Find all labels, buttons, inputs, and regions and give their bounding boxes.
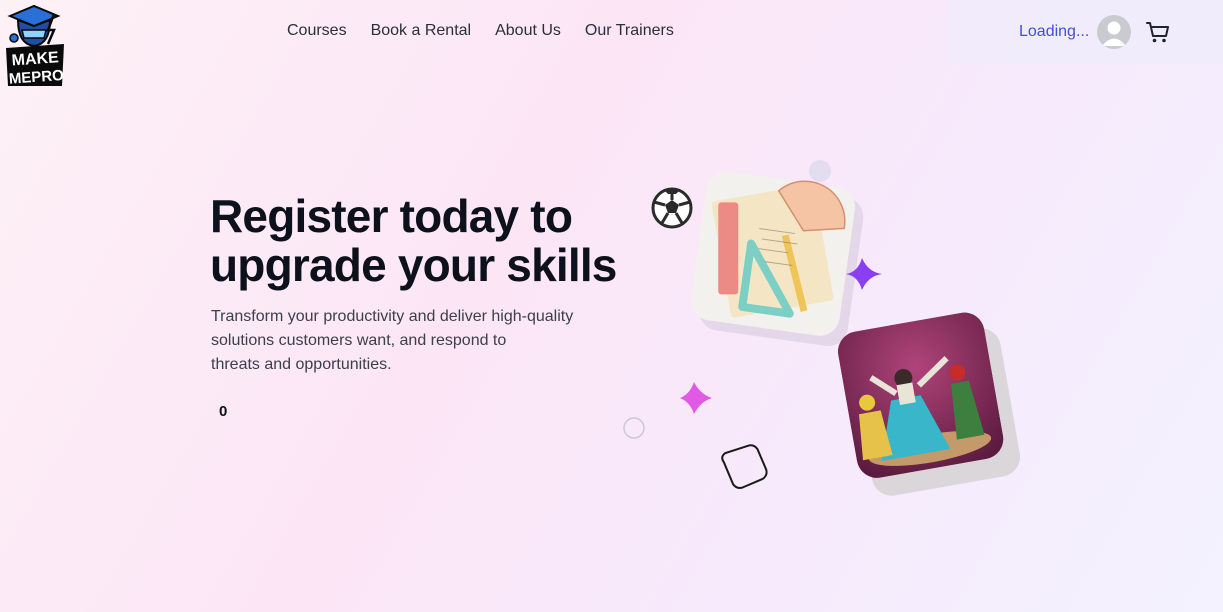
shopping-cart-icon[interactable] [1145,19,1171,45]
math-tools-card [690,171,856,336]
hero-subtitle: Transform your productivity and deliver … [211,305,601,377]
hero-illustration [623,160,1021,496]
user-avatar-icon[interactable] [1097,15,1131,49]
hero-title-line: Register today to [210,190,573,242]
decor-ring-icon [623,417,645,439]
soccer-ball-icon [651,187,693,229]
nav-our-trainers[interactable]: Our Trainers [585,22,674,40]
nav-courses[interactable]: Courses [287,22,347,40]
ruler-icon [718,202,739,295]
hero-subtitle-line: threats and opportunities. [211,356,392,373]
hero-subtitle-line: Transform your productivity and deliver … [211,308,574,325]
logo[interactable]: MAKE MEPRO [4,4,68,88]
loading-status: Loading... [1019,23,1090,40]
main-nav: Courses Book a Rental About Us Our Train… [287,22,698,40]
decor-dot-icon [809,160,831,182]
dancers-photo-card [838,312,1004,478]
svg-text:MAKE: MAKE [11,49,60,69]
nav-book-a-rental[interactable]: Book a Rental [371,22,472,40]
hero-title-line: upgrade your skills [210,239,617,291]
header: MAKE MEPRO Courses Book a Rental About U… [0,0,1223,88]
nav-about-us[interactable]: About Us [495,22,561,40]
graduation-cap-robot-logo-icon: MAKE MEPRO [6,4,65,88]
counter-value: 0 [219,403,228,420]
sparkle-pink-icon [680,382,712,414]
decor-square-outline-icon [721,444,768,489]
hero-title: Register today to upgrade your skills [210,192,617,290]
hero-subtitle-line: solutions customers want, and respond to [211,332,507,349]
